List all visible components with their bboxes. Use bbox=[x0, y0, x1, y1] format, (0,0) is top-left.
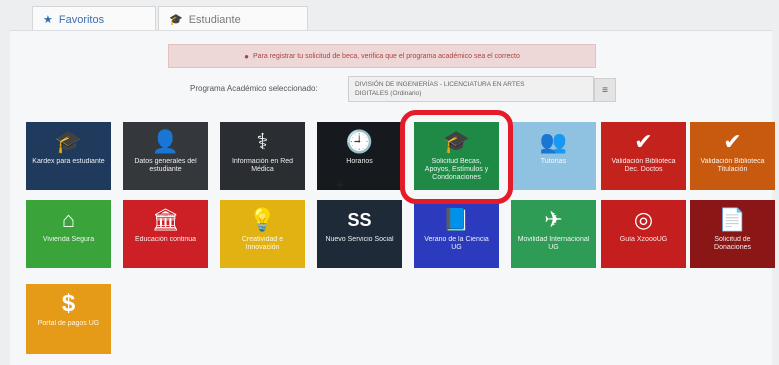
program-select[interactable]: DIVISIÓN DE INGENIERÍAS - LICENCIATURA E… bbox=[348, 76, 594, 102]
user-icon: 👤 bbox=[151, 129, 180, 154]
tile-label: Validación Biblioteca Titulación bbox=[700, 158, 765, 173]
servicio-social-icon: SS bbox=[347, 210, 372, 230]
tile-label: Kardex para estudiante bbox=[32, 158, 105, 165]
tile-label: Solicitud de Donaciones bbox=[714, 236, 751, 251]
plane-icon: ✈ bbox=[544, 207, 563, 232]
tile-label: Nuevo Servicio Social bbox=[325, 236, 394, 243]
tile-label: Movilidad Internacional UG bbox=[517, 236, 590, 251]
tile-educacion-continua[interactable]: 🏛 Educación continua bbox=[123, 200, 208, 268]
alert-text: Para registrar tu solicitud de beca, ver… bbox=[252, 52, 520, 60]
dollar-icon: $ bbox=[61, 290, 76, 317]
tile-movilidad[interactable]: ✈ Movilidad Internacional UG bbox=[511, 200, 596, 268]
tile-label: Verano de la Ciencia UG bbox=[424, 236, 489, 251]
tab-estudiante-label: Estudiante bbox=[188, 13, 241, 26]
lightbulb-icon: 💡 bbox=[248, 207, 277, 232]
tile-label: Información en Red Médica bbox=[231, 158, 294, 173]
program-label: Programa Académico seleccionado: bbox=[190, 84, 318, 93]
highlight-ring bbox=[400, 110, 513, 204]
tile-label: Tutorías bbox=[540, 158, 567, 165]
tile-verano-ciencia[interactable]: 📘 Verano de la Ciencia UG bbox=[414, 200, 499, 268]
institution-icon: 🏛 bbox=[151, 207, 180, 232]
tile-label: Vivienda Segura bbox=[42, 236, 95, 243]
tab-estudiante[interactable]: 🎓 Estudiante bbox=[158, 6, 308, 32]
tile-label: Horarios bbox=[346, 158, 373, 165]
tile-red-medica[interactable]: ⚕ Información en Red Médica bbox=[220, 122, 305, 190]
tile-label: Datos generales del estudiante bbox=[134, 158, 197, 173]
tile-validacion-titulacion[interactable]: ✔ Validación Biblioteca Titulación bbox=[690, 122, 775, 190]
check-circle-icon: ✔ bbox=[634, 129, 653, 154]
mouse-pointer-icon: ✚ bbox=[336, 180, 344, 190]
tile-label: Guía XzoooUG bbox=[619, 236, 668, 243]
people-icon: 👥 bbox=[539, 129, 568, 154]
tile-validacion-dec-doctos[interactable]: ✔ Validación Biblioteca Dec. Doctos bbox=[601, 122, 686, 190]
info-icon: ● bbox=[244, 51, 249, 61]
tile-tutorias[interactable]: 👥 Tutorías bbox=[511, 122, 596, 190]
tile-label: Validación Biblioteca Dec. Doctos bbox=[611, 158, 676, 173]
program-select-button[interactable]: ≡ bbox=[594, 78, 616, 102]
tile-horarios[interactable]: 🕘 Horarios bbox=[317, 122, 402, 190]
clock-icon: 🕘 bbox=[345, 129, 374, 154]
tile-label: Creatividad e Innovación bbox=[241, 236, 284, 251]
star-icon: ★ bbox=[43, 14, 53, 26]
compass-icon: ◎ bbox=[633, 207, 654, 232]
tile-servicio-social[interactable]: SS Nuevo Servicio Social bbox=[317, 200, 402, 268]
check-circle-icon: ✔ bbox=[723, 129, 742, 154]
graduation-cap-icon: 🎓 bbox=[169, 14, 183, 26]
scholarship-alert: ● Para registrar tu solicitud de beca, v… bbox=[168, 44, 596, 68]
tab-favoritos-label: Favoritos bbox=[58, 13, 105, 26]
tile-kardex[interactable]: 🎓 Kardex para estudiante bbox=[26, 122, 111, 190]
tile-donaciones[interactable]: 📄 Solicitud de Donaciones bbox=[690, 200, 775, 268]
tile-guia-xzooo[interactable]: ◎ Guía XzoooUG bbox=[601, 200, 686, 268]
home-icon: ⌂ bbox=[61, 207, 76, 232]
graduation-cap-icon: 🎓 bbox=[54, 129, 83, 154]
book-icon: 📘 bbox=[442, 207, 471, 232]
tile-creatividad[interactable]: 💡 Creatividad e Innovación bbox=[220, 200, 305, 268]
tile-datos-generales[interactable]: 👤 Datos generales del estudiante bbox=[123, 122, 208, 190]
tile-portal-pagos[interactable]: $ Portal de pagos UG bbox=[26, 284, 111, 354]
program-select-line2: DIGITALES (Ordinario) bbox=[355, 90, 422, 97]
program-select-line1: DIVISIÓN DE INGENIERÍAS - LICENCIATURA E… bbox=[355, 81, 525, 88]
doctor-icon: ⚕ bbox=[256, 129, 269, 154]
menu-icon: ≡ bbox=[602, 84, 608, 96]
tile-label: Educación continua bbox=[134, 236, 197, 243]
document-icon: 📄 bbox=[718, 207, 747, 232]
tile-label: Portal de pagos UG bbox=[37, 320, 100, 327]
tab-favoritos[interactable]: ★ Favoritos bbox=[32, 6, 156, 32]
tile-vivienda-segura[interactable]: ⌂ Vivienda Segura bbox=[26, 200, 111, 268]
